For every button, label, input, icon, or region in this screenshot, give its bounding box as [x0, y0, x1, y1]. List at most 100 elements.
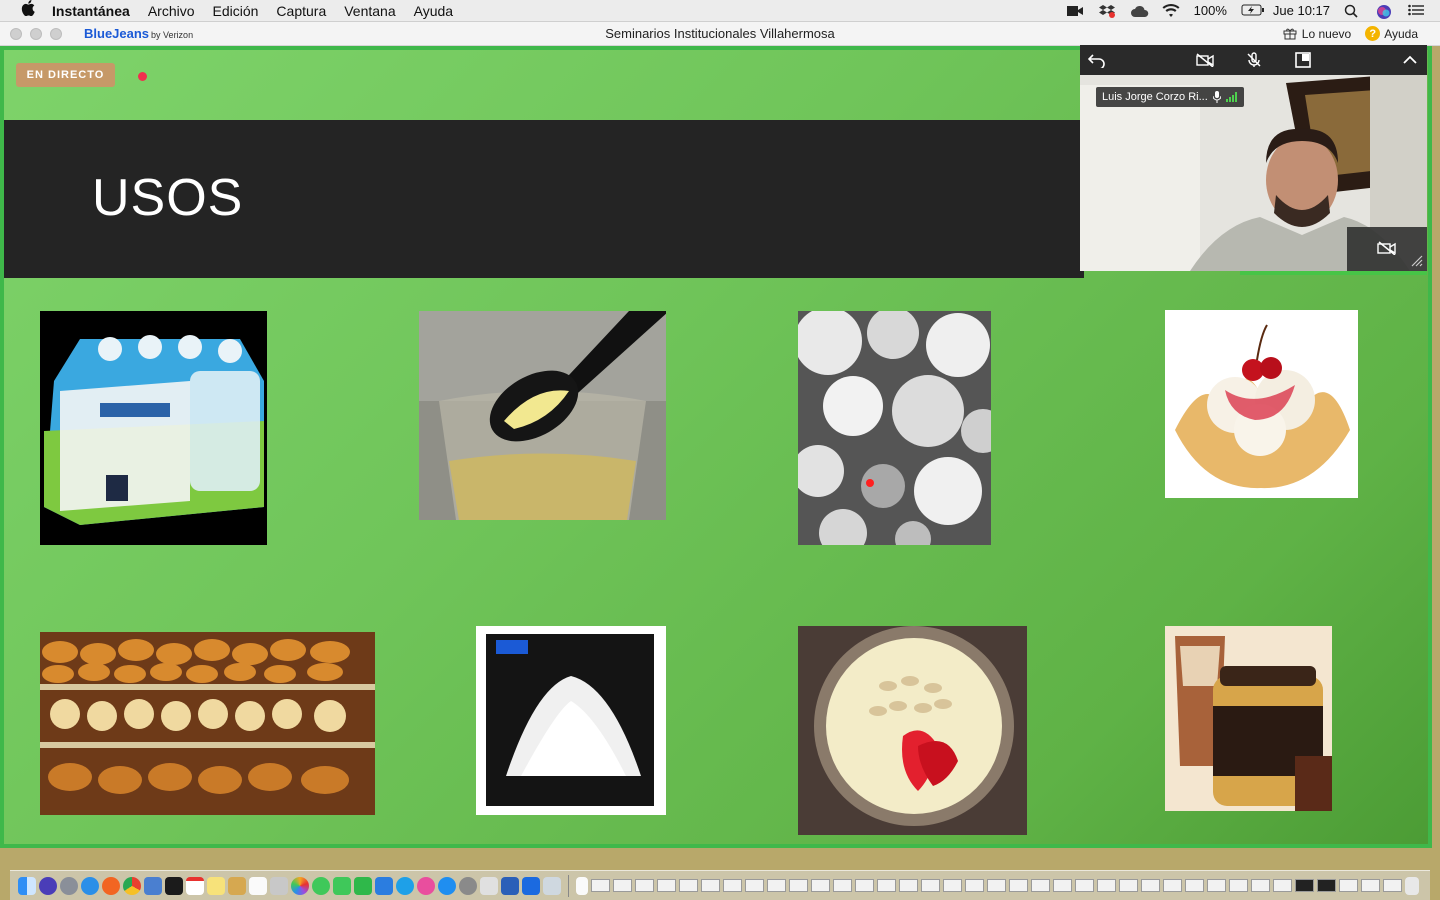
- minimized-window[interactable]: [1273, 879, 1292, 892]
- close-window-button[interactable]: [10, 27, 22, 40]
- minimized-window[interactable]: [943, 879, 962, 892]
- window-title: Seminarios Institucionales Villahermosa: [605, 26, 835, 41]
- apple-menu-icon[interactable]: [18, 0, 38, 21]
- minimized-window[interactable]: [1009, 879, 1028, 892]
- minimized-window[interactable]: [1097, 879, 1116, 892]
- document-icon[interactable]: [576, 876, 588, 895]
- itunes-icon[interactable]: [417, 876, 435, 895]
- firefox-icon[interactable]: [102, 876, 120, 895]
- calendar-icon[interactable]: [186, 876, 204, 895]
- video-controls-bar: [1080, 45, 1427, 75]
- minimized-window[interactable]: [1119, 879, 1138, 892]
- minimized-window[interactable]: [635, 879, 654, 892]
- minimized-window[interactable]: [1031, 879, 1050, 892]
- minimized-window[interactable]: [679, 879, 698, 892]
- minimized-window[interactable]: [1075, 879, 1094, 892]
- minimized-window[interactable]: [1053, 879, 1072, 892]
- exit-fullscreen-button[interactable]: [1086, 50, 1108, 70]
- minimized-window[interactable]: [965, 879, 984, 892]
- video-camera-icon[interactable]: [1066, 4, 1084, 18]
- minimized-window[interactable]: [899, 879, 918, 892]
- facetime-icon[interactable]: [333, 876, 351, 895]
- skype-icon[interactable]: [396, 876, 414, 895]
- stickies-icon[interactable]: [228, 876, 246, 895]
- minimized-window[interactable]: [767, 879, 786, 892]
- zoom-window-button[interactable]: [50, 27, 62, 40]
- minimize-window-button[interactable]: [30, 27, 42, 40]
- keynote-icon[interactable]: [375, 876, 393, 895]
- minimized-window[interactable]: [1207, 879, 1226, 892]
- minimized-window[interactable]: [723, 879, 742, 892]
- minimized-window[interactable]: [1141, 879, 1160, 892]
- siri-icon[interactable]: [1376, 4, 1394, 19]
- mail-icon[interactable]: [543, 876, 561, 895]
- minimized-window[interactable]: [591, 879, 610, 892]
- minimized-window[interactable]: [613, 879, 632, 892]
- preview-icon[interactable]: [144, 876, 162, 895]
- minimized-window[interactable]: [1361, 879, 1380, 892]
- minimized-window[interactable]: [1339, 879, 1358, 892]
- system-preferences-icon[interactable]: [459, 876, 477, 895]
- menu-ventana[interactable]: Ventana: [344, 3, 395, 19]
- toggle-camera-button[interactable]: [1194, 50, 1216, 70]
- numbers-icon[interactable]: [354, 876, 372, 895]
- cloud-icon[interactable]: [1130, 4, 1148, 18]
- picture-in-picture-button[interactable]: [1292, 50, 1314, 70]
- minimized-window[interactable]: [745, 879, 764, 892]
- minimized-window[interactable]: [1251, 879, 1270, 892]
- minimized-window[interactable]: [855, 879, 874, 892]
- battery-charging-icon[interactable]: [1241, 4, 1264, 18]
- chrome-icon[interactable]: [123, 876, 141, 895]
- bluejeans-app-icon[interactable]: [522, 876, 540, 895]
- help-button[interactable]: ? Ayuda: [1365, 26, 1418, 41]
- menubar-clock[interactable]: Jue 10:17: [1273, 3, 1330, 18]
- minimized-window[interactable]: [987, 879, 1006, 892]
- image-bakery-pastries: [40, 632, 375, 815]
- minimized-window[interactable]: [1295, 879, 1314, 892]
- minimized-window[interactable]: [811, 879, 830, 892]
- notification-center-icon[interactable]: [1408, 4, 1426, 18]
- recording-dot: [138, 72, 147, 81]
- minimized-window[interactable]: [657, 879, 676, 892]
- finder-icon[interactable]: [18, 876, 36, 895]
- minimized-window[interactable]: [921, 879, 940, 892]
- local-camera-status[interactable]: [1347, 227, 1427, 271]
- wifi-icon[interactable]: [1162, 3, 1180, 18]
- toggle-microphone-button[interactable]: [1243, 50, 1265, 70]
- photo-booth-icon[interactable]: [270, 876, 288, 895]
- menu-edicion[interactable]: Edición: [213, 3, 259, 19]
- window-manager-icon[interactable]: [480, 876, 498, 895]
- brand-name: BlueJeans: [84, 26, 150, 41]
- siri-dock-icon[interactable]: [39, 876, 57, 895]
- minimized-window[interactable]: [833, 879, 852, 892]
- terminal-icon[interactable]: [165, 876, 183, 895]
- notes-icon[interactable]: [207, 876, 225, 895]
- spotlight-search-icon[interactable]: [1344, 4, 1362, 18]
- menu-app-name[interactable]: Instantánea: [52, 3, 130, 19]
- app-store-icon[interactable]: [438, 876, 456, 895]
- photos-icon[interactable]: [291, 876, 309, 895]
- menu-archivo[interactable]: Archivo: [148, 3, 195, 19]
- dropbox-icon[interactable]: [1098, 4, 1116, 18]
- collapse-video-button[interactable]: [1399, 50, 1421, 70]
- reminders-icon[interactable]: [249, 876, 267, 895]
- menu-ayuda[interactable]: Ayuda: [414, 3, 453, 19]
- minimized-window[interactable]: [1383, 879, 1402, 892]
- minimized-window[interactable]: [789, 879, 808, 892]
- trash-icon[interactable]: [1405, 876, 1419, 895]
- minimized-window[interactable]: [1229, 879, 1248, 892]
- minimized-window[interactable]: [701, 879, 720, 892]
- resize-handle-icon[interactable]: [1411, 255, 1423, 267]
- minimized-window[interactable]: [877, 879, 896, 892]
- whats-new-button[interactable]: Lo nuevo: [1283, 27, 1351, 41]
- messages-icon[interactable]: [312, 876, 330, 895]
- launchpad-icon[interactable]: [60, 876, 78, 895]
- minimized-window[interactable]: [1185, 879, 1204, 892]
- safari-icon[interactable]: [81, 876, 99, 895]
- menu-captura[interactable]: Captura: [276, 3, 326, 19]
- live-badge: EN DIRECTO: [16, 63, 115, 87]
- minimized-window[interactable]: [1317, 879, 1336, 892]
- minimized-window[interactable]: [1163, 879, 1182, 892]
- word-icon[interactable]: [501, 876, 519, 895]
- participant-video-panel[interactable]: Luis Jorge Corzo Ri...: [1080, 45, 1427, 271]
